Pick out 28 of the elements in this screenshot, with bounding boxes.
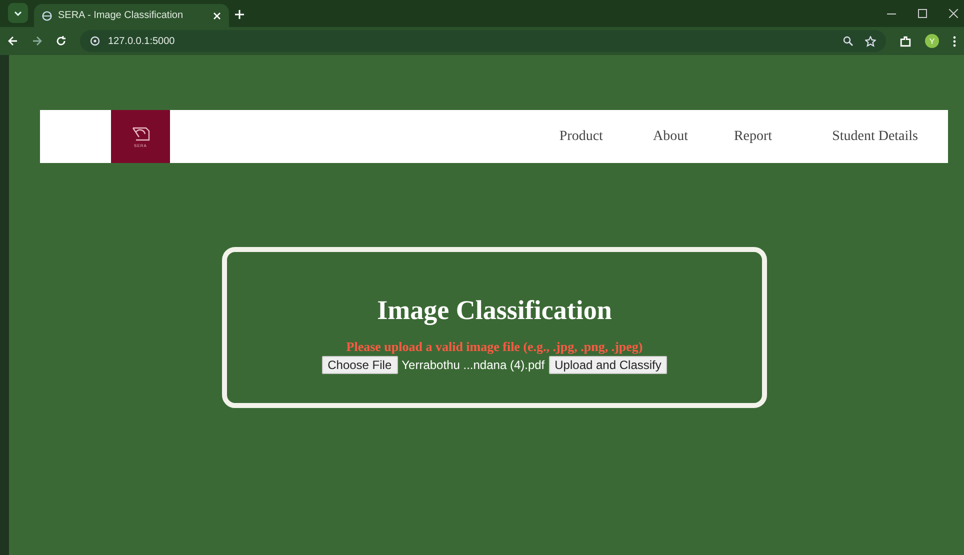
upload-button[interactable]: Upload and Classify <box>548 356 668 374</box>
reload-icon[interactable] <box>56 36 66 46</box>
menu-icon[interactable] <box>953 36 956 46</box>
zoom-icon[interactable] <box>843 36 853 46</box>
maximize-icon[interactable] <box>918 9 927 18</box>
choose-file-button[interactable]: Choose File <box>322 356 398 374</box>
card-title: Image Classification <box>377 295 612 326</box>
nav-link[interactable]: Product <box>559 128 603 144</box>
close-icon[interactable] <box>949 9 958 18</box>
tab-list-button[interactable] <box>8 3 28 23</box>
logo-mark-icon <box>130 125 150 141</box>
site-info-icon[interactable] <box>90 36 100 46</box>
nav-link[interactable]: Student Details <box>832 128 918 144</box>
extensions-icon[interactable] <box>900 36 911 46</box>
new-tab-icon[interactable] <box>235 10 244 19</box>
minimize-icon[interactable] <box>887 12 896 14</box>
nav-link[interactable]: Report <box>734 128 772 144</box>
url-text: 127.0.0.1:5000 <box>108 36 175 46</box>
nav-link[interactable]: About <box>652 128 688 144</box>
back-icon[interactable] <box>8 36 18 46</box>
browser-tab[interactable]: SERA - Image Classification <box>34 4 229 27</box>
forward-icon[interactable] <box>32 36 42 46</box>
tab-title: SERA - Image Classification <box>58 10 184 21</box>
star-icon[interactable] <box>865 36 876 46</box>
file-name: Yerrabothu ...ndana (4).pdf <box>402 358 545 372</box>
error-message: Please upload a valid image file (e.g., .jpg, .png, .jpeg) <box>346 340 643 354</box>
address-bar[interactable]: 127.0.0.1:5000 <box>80 30 886 52</box>
caret-icon <box>14 10 22 16</box>
